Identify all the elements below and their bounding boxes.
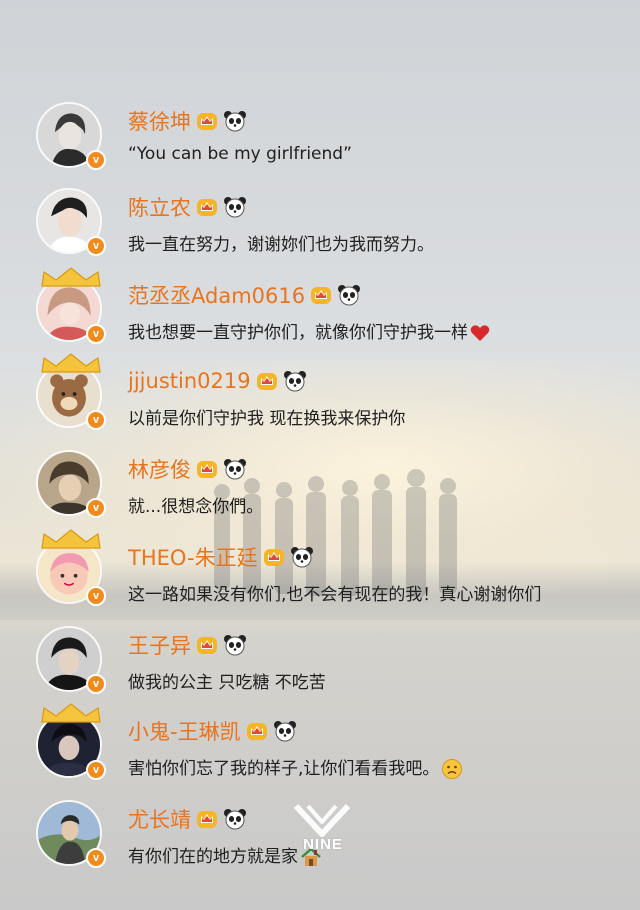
username[interactable]: 王子异	[128, 630, 191, 660]
panda-icon	[338, 285, 361, 306]
avatar[interactable]: v	[36, 102, 106, 172]
avatar[interactable]: v	[36, 450, 106, 520]
avatar-crown-frame-icon	[41, 703, 101, 723]
verified-badge-icon: v	[86, 848, 106, 868]
heart-icon	[470, 325, 490, 341]
avatar[interactable]: v	[36, 267, 106, 346]
panda-icon	[224, 809, 246, 830]
panda-icon	[290, 547, 313, 568]
comment-text: 就...很想念你們。	[128, 497, 264, 517]
comment-text: 以前是你们守护我 现在换我来保护你	[128, 409, 406, 429]
comment-text: “You can be my girlfriend”	[128, 144, 352, 164]
username[interactable]: 范丞丞Adam0616	[128, 280, 305, 310]
panda-icon	[224, 197, 246, 218]
crown-icon	[197, 637, 217, 654]
comment-text: 我一直在努力，谢谢妳们也为我而努力。	[128, 235, 434, 255]
username[interactable]: 尤长靖	[128, 804, 191, 834]
avatar[interactable]: v	[36, 529, 106, 608]
verified-badge-icon: v	[86, 760, 106, 780]
comment-text-body: 我也想要一直守护你们，就像你们守护我一样	[128, 323, 468, 343]
username[interactable]: 陈立农	[128, 192, 191, 222]
comment-text: 害怕你们忘了我的样子,让你们看看我吧。	[128, 754, 463, 780]
comment-item[interactable]: v jjjustin0219 以前是你们守护我 现在换我来保护你	[0, 353, 640, 440]
avatar[interactable]: v	[36, 353, 106, 432]
verified-badge-icon: v	[86, 150, 106, 170]
crown-icon	[256, 373, 277, 390]
crown-icon	[246, 723, 267, 740]
crown-icon	[197, 811, 217, 828]
comment-text-body: 有你们在的地方就是家	[128, 847, 298, 867]
comment-text: 做我的公主 只吃糖 不吃苦	[128, 673, 326, 693]
comment-item[interactable]: v THEO-朱正廷 这一路如果没有你们,也不会有现在的我！真心谢谢你们	[0, 529, 640, 616]
comment-item[interactable]: v 王子异 做我的公主 只吃糖 不吃苦	[0, 618, 640, 704]
verified-badge-icon: v	[86, 410, 106, 430]
comment-item[interactable]: v 林彦俊 就...很想念你們。	[0, 442, 640, 528]
verified-badge-icon: v	[86, 586, 106, 606]
username[interactable]: 蔡徐坤	[128, 106, 191, 136]
comment-text: 我也想要一直守护你们，就像你们守护我一样	[128, 318, 490, 343]
comment-item[interactable]: v 蔡徐坤 “You can be my girlfriend”	[0, 94, 640, 180]
panda-icon	[283, 371, 306, 392]
avatar[interactable]: v	[36, 626, 106, 696]
crown-icon	[197, 461, 217, 478]
panda-icon	[224, 459, 246, 480]
crown-icon	[263, 549, 284, 566]
panda-icon	[224, 111, 246, 132]
avatar[interactable]: v	[36, 188, 106, 258]
username[interactable]: 林彦俊	[128, 454, 191, 484]
verified-badge-icon: v	[86, 324, 106, 344]
avatar-crown-frame-icon	[41, 529, 101, 549]
panda-icon	[273, 721, 296, 742]
comment-text-body: 害怕你们忘了我的样子,让你们看看我吧。	[128, 759, 440, 779]
comment-text: 这一路如果没有你们,也不会有现在的我！真心谢谢你们	[128, 585, 542, 605]
crown-icon	[197, 199, 217, 216]
comment-item[interactable]: v 范丞丞Adam0616 我也想要一直守护你们，就像你们守护我一样	[0, 267, 640, 354]
crown-icon	[311, 287, 332, 304]
avatar-crown-frame-icon	[41, 353, 101, 373]
sad-face-icon	[442, 759, 463, 779]
watermark-text: NINE	[303, 836, 343, 853]
avatar[interactable]: v	[36, 703, 106, 782]
username[interactable]: jjjustin0219	[128, 369, 251, 393]
avatar[interactable]: v	[36, 800, 106, 870]
avatar-crown-frame-icon	[41, 267, 101, 287]
crown-icon	[197, 113, 217, 130]
comment-item[interactable]: v 陈立农 我一直在努力，谢谢妳们也为我而努力。	[0, 180, 640, 266]
username[interactable]: 小鬼-王琳凯	[128, 716, 241, 746]
comment-item[interactable]: v 小鬼-王琳凯 害怕你们忘了我的样子,让你们看看我吧。	[0, 703, 640, 790]
verified-badge-icon: v	[86, 236, 106, 256]
verified-badge-icon: v	[86, 498, 106, 518]
panda-icon	[224, 635, 246, 656]
verified-badge-icon: v	[86, 674, 106, 694]
username[interactable]: THEO-朱正廷	[128, 542, 258, 572]
